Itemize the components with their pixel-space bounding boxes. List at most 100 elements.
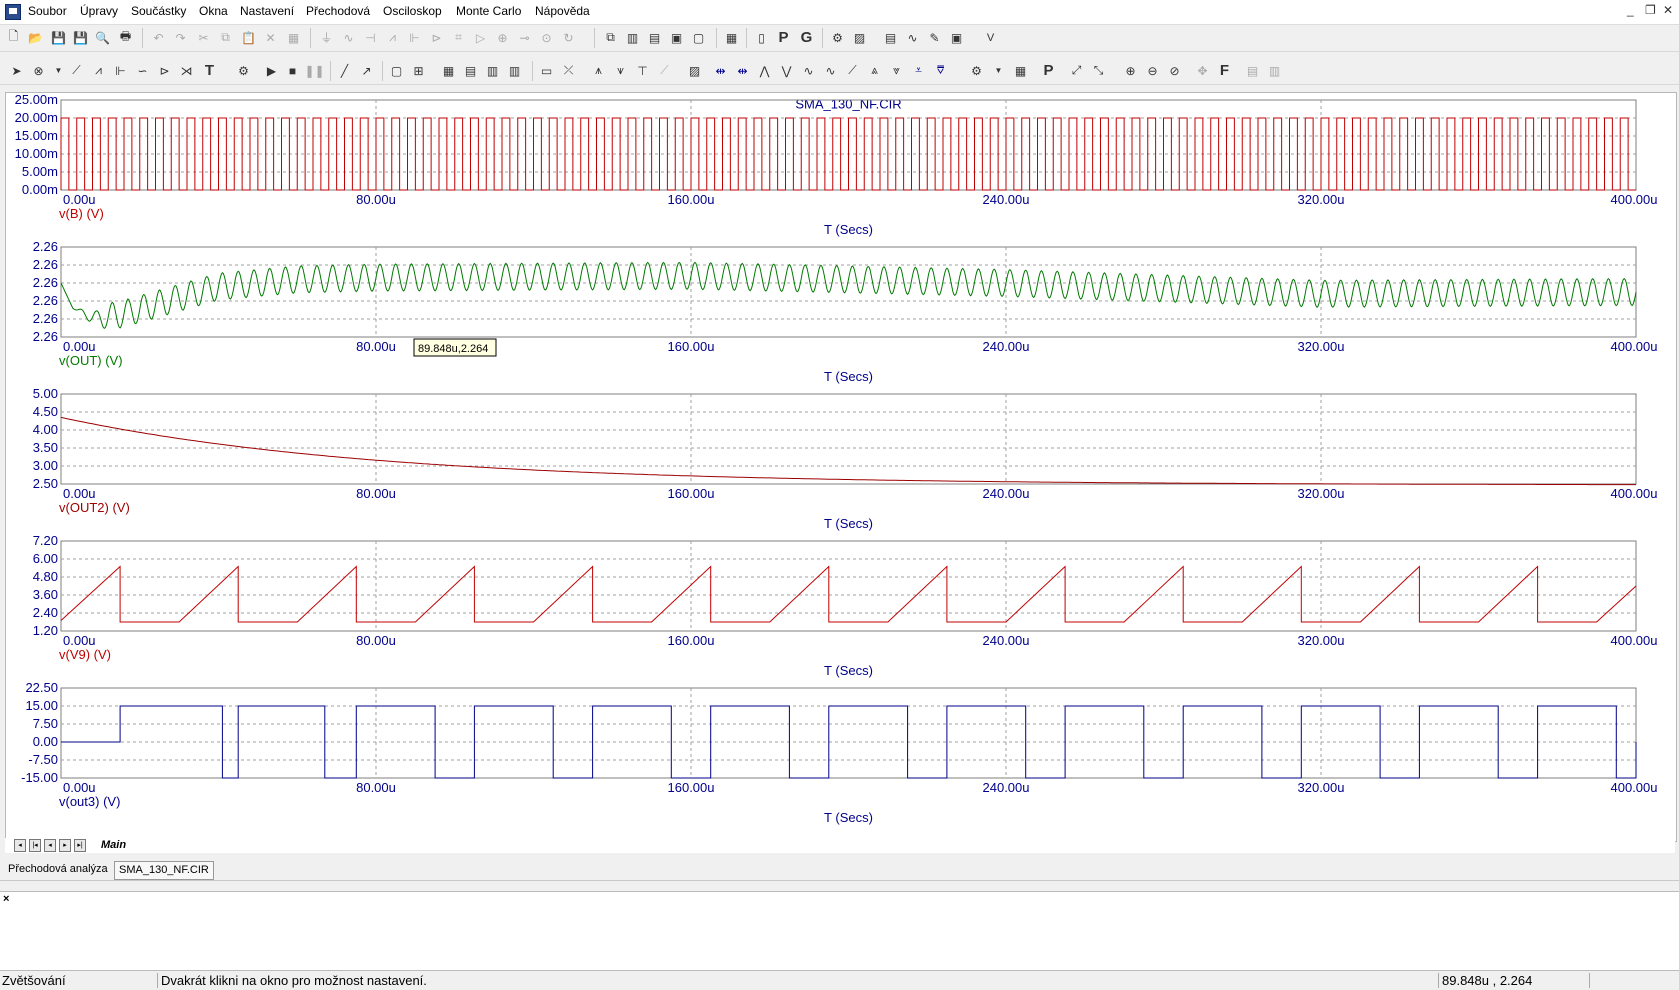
capacitor-icon[interactable]: ⊩ <box>112 62 129 79</box>
tab-main[interactable]: Main <box>101 839 126 851</box>
peak-icon[interactable]: ⩚ <box>590 62 607 79</box>
tile-both-icon[interactable]: ▣ <box>668 29 685 46</box>
undo-icon[interactable]: ↶ <box>150 29 167 46</box>
app-icon[interactable] <box>5 4 21 20</box>
top-icon[interactable]: ⩡ <box>910 62 927 79</box>
stop-icon[interactable]: ■ <box>284 62 301 79</box>
columns-icon[interactable]: ▥ <box>484 62 501 79</box>
slope-icon[interactable]: ⟋ <box>656 62 673 79</box>
p-label-button[interactable]: P <box>1040 62 1057 79</box>
diode-icon[interactable]: ⊳ <box>156 62 173 79</box>
tab-circuit-file[interactable]: SMA_130_NF.CIR <box>114 861 214 880</box>
transistor-icon[interactable]: ⋊ <box>178 62 195 79</box>
delete-icon[interactable]: ✕ <box>262 29 279 46</box>
tab-scroll-first-icon[interactable]: ◂ <box>14 839 26 852</box>
slope-up-icon[interactable]: ⟋ <box>844 62 861 79</box>
menu-nastaveni[interactable]: Nastavení <box>240 4 294 18</box>
component-mode-icon[interactable]: ⊗ <box>30 62 47 79</box>
wave-tool-icon[interactable]: ∿ <box>340 29 357 46</box>
label-tool2-icon[interactable]: ⤡ <box>1090 62 1107 79</box>
model-icon[interactable]: ▣ <box>948 29 965 46</box>
open-folder-icon[interactable]: 📂 <box>27 29 44 46</box>
calculator-icon[interactable]: ▦ <box>723 29 740 46</box>
menu-soubor[interactable]: Soubor <box>28 4 67 18</box>
cursor-left-icon[interactable]: ⇹ <box>712 62 729 79</box>
text-tool-button[interactable]: T <box>201 62 218 79</box>
bottom-icon[interactable]: ⩢ <box>932 62 949 79</box>
frame-icon[interactable]: ▢ <box>388 62 405 79</box>
p-button[interactable]: P <box>775 29 792 46</box>
label-tool-icon[interactable]: ⤢ <box>1068 62 1085 79</box>
dropdown-arrow-icon[interactable]: ▼ <box>50 62 67 79</box>
close-icon[interactable]: ✕ <box>1663 3 1673 17</box>
page-icon[interactable]: ▯ <box>753 29 770 46</box>
new-file-icon[interactable]: 🗋 <box>5 29 22 46</box>
zoom-out-icon[interactable]: ⊖ <box>1144 62 1161 79</box>
resistor-tool-icon[interactable]: ⩘ <box>384 29 401 46</box>
node-tool-icon[interactable]: ⊕ <box>494 29 511 46</box>
select-arrow-icon[interactable]: ➤ <box>8 62 25 79</box>
wave-next-icon[interactable]: ∿ <box>800 62 817 79</box>
paste-icon[interactable]: 📋 <box>240 29 257 46</box>
select-all-icon[interactable]: ▦ <box>285 29 302 46</box>
tab-transient-analysis[interactable]: Přechodová analýza <box>4 861 112 878</box>
peak-all-icon[interactable]: ⩓ <box>866 62 883 79</box>
bring-front-icon[interactable]: ▤ <box>1244 62 1261 79</box>
valley-icon[interactable]: ⩛ <box>612 62 629 79</box>
output-panel[interactable]: × <box>0 891 1679 971</box>
menu-napoveda[interactable]: Nápověda <box>535 4 590 18</box>
copy-icon[interactable]: ⧉ <box>217 29 234 46</box>
menu-osciloskop[interactable]: Osciloskop <box>383 4 442 18</box>
g-button[interactable]: G <box>798 29 815 46</box>
wave-prev-icon[interactable]: ∿ <box>822 62 839 79</box>
zoom-fit-icon[interactable]: ⊘ <box>1166 62 1183 79</box>
f-button[interactable]: F <box>1216 62 1233 79</box>
pause-icon[interactable]: ❚❚ <box>304 62 324 79</box>
shape-editor-icon[interactable]: ▨ <box>851 29 868 46</box>
grid-fine-icon[interactable]: ▦ <box>440 62 457 79</box>
refresh-tool-icon[interactable]: ↻ <box>560 29 577 46</box>
table-icon[interactable]: ▦ <box>1012 62 1029 79</box>
cut-icon[interactable]: ✂ <box>195 29 212 46</box>
diode-tool-icon[interactable]: ⊳ <box>428 29 445 46</box>
capacitor-tool-icon[interactable]: ⊩ <box>406 29 423 46</box>
valley-left-icon[interactable]: ⋁ <box>778 62 795 79</box>
inductor-icon[interactable]: ∽ <box>134 62 151 79</box>
data-points-icon[interactable]: ⚙ <box>968 62 985 79</box>
grid-dense-icon[interactable]: ▤ <box>462 62 479 79</box>
voltage-source-icon[interactable]: V <box>982 29 999 46</box>
save-icon[interactable]: 💾 <box>50 29 67 46</box>
plot-edit-icon[interactable]: ▨ <box>686 62 703 79</box>
peak-left-icon[interactable]: ⋀ <box>756 62 773 79</box>
run-icon[interactable]: ▶ <box>263 62 280 79</box>
close-panel-icon[interactable]: × <box>3 893 9 905</box>
link-tool-icon[interactable]: ⊸ <box>516 29 533 46</box>
line-icon[interactable]: ╱ <box>336 62 353 79</box>
probe-tool-icon[interactable]: ⊙ <box>538 29 555 46</box>
redo-icon[interactable]: ↷ <box>172 29 189 46</box>
tab-scroll-left-icon[interactable]: ◂ <box>44 839 56 852</box>
zoom-in-icon[interactable]: ⊕ <box>1122 62 1139 79</box>
cascade-windows-icon[interactable]: ⧉ <box>602 29 619 46</box>
minimize-icon[interactable]: _ <box>1627 3 1634 17</box>
tab-scroll-last-icon[interactable]: ▸| <box>74 839 86 852</box>
window-icon[interactable]: ▭ <box>538 62 555 79</box>
plot-window[interactable]: SMA_130_NF.CIR 25.00m 20.00m 15.00m 10.00m 5.… <box>5 92 1677 842</box>
waveform-icon[interactable]: ∿ <box>904 29 921 46</box>
tab-scroll-prev-icon[interactable]: |◂ <box>29 839 41 852</box>
menu-monte-carlo[interactable]: Monte Carlo <box>456 4 521 18</box>
pen-icon[interactable]: ✎ <box>926 29 943 46</box>
properties-icon[interactable]: ⚙ <box>235 62 252 79</box>
menu-okna[interactable]: Okna <box>199 4 228 18</box>
flip-icon[interactable]: ⏚ <box>318 29 335 46</box>
component-tool-icon[interactable]: ⌗ <box>450 29 467 46</box>
high-icon[interactable]: ⊤ <box>634 62 651 79</box>
columns-alt-icon[interactable]: ▥ <box>506 62 523 79</box>
line-arrow-icon[interactable]: ↗ <box>358 62 375 79</box>
tile-vertical-icon[interactable]: ▥ <box>624 29 641 46</box>
dropdown-arrow2-icon[interactable]: ▼ <box>990 62 1007 79</box>
wire-icon[interactable]: ⟋ <box>68 62 85 79</box>
maximize-window-icon[interactable]: ▢ <box>690 29 707 46</box>
step-icon[interactable]: ⊣ <box>362 29 379 46</box>
valley-all-icon[interactable]: ⩔ <box>888 62 905 79</box>
